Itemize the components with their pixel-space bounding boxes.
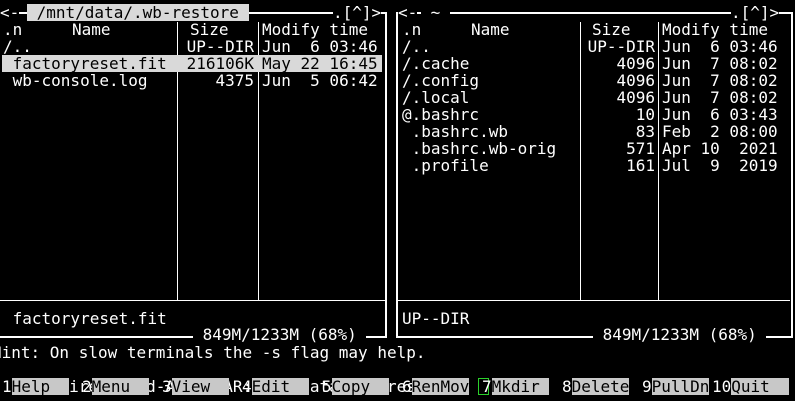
right-panel-title: ~ — [421, 3, 450, 22]
f2-menu-button[interactable]: 2Menu — [82, 378, 150, 395]
file-size: 4096 — [616, 71, 655, 90]
file-size: 4375 — [215, 71, 254, 90]
file-size: UP--DIR — [186, 37, 254, 56]
right-panel-corner-left[interactable]: <- — [398, 4, 418, 21]
file-name: /.cache — [402, 54, 470, 73]
f10-quit-button[interactable]: 10Quit — [712, 378, 790, 395]
file-size: 83 — [635, 122, 655, 141]
right-header-name[interactable]: Name — [471, 21, 510, 38]
file-mtime: Jun 6 03:46 — [662, 37, 778, 56]
left-disk-info: 849M/1233M (68%) — [193, 325, 367, 344]
file-size: 161 — [626, 156, 655, 175]
left-mini-status: factoryreset.fit — [3, 309, 167, 328]
hint-line: Hint: On slow terminals the -s flag may … — [0, 343, 426, 362]
file-name: wb-console.log — [3, 71, 148, 90]
file-size: 4096 — [616, 88, 655, 107]
file-name: factoryreset.fit — [3, 54, 167, 73]
right-mini-status: UP--DIR — [402, 309, 470, 328]
file-size: UP--DIR — [587, 37, 655, 56]
f1-help-button[interactable]: 1Help — [2, 378, 70, 395]
file-size: 10 — [635, 105, 655, 124]
file-mtime: Feb 2 08:00 — [662, 122, 778, 141]
right-header-size[interactable]: Size — [592, 21, 631, 38]
file-size: 216106K — [186, 54, 254, 73]
f3-view-button[interactable]: 3View — [162, 378, 230, 395]
file-mtime: Jun 7 08:02 — [662, 88, 778, 107]
file-mtime: Jun 7 08:02 — [662, 71, 778, 90]
file-name: /.. — [3, 37, 32, 56]
file-mtime: May 22 16:45 — [262, 54, 378, 73]
f4-edit-button[interactable]: 4Edit — [242, 378, 310, 395]
file-size: 571 — [626, 139, 655, 158]
right-header-n[interactable]: .n — [402, 21, 421, 38]
file-name: /.config — [402, 71, 480, 90]
file-mtime: Jun 6 03:46 — [262, 37, 378, 56]
file-mtime: Apr 10 2021 — [662, 139, 778, 158]
file-size: 4096 — [616, 54, 655, 73]
left-header-size[interactable]: Size — [190, 21, 229, 38]
file-mtime: Jun 7 08:02 — [662, 54, 778, 73]
f6-renmov-button[interactable]: 6RenMov — [402, 378, 470, 395]
file-mtime: Jul 9 2019 — [662, 156, 778, 175]
right-header-modify[interactable]: Modify time — [662, 21, 768, 38]
left-header-n[interactable]: .n — [3, 21, 22, 38]
f8-delete-button[interactable]: 8Delete — [562, 378, 630, 395]
file-mtime: Jun 5 06:42 — [262, 71, 378, 90]
left-panel-title: /mnt/data/.wb-restore — [27, 3, 249, 22]
file-mtime: Jun 6 03:43 — [662, 105, 778, 124]
f7-mkdir-button[interactable]: 7Mkdir — [482, 378, 550, 395]
left-panel-corner-right[interactable]: .[^]> — [333, 4, 382, 21]
file-name: @.bashrc — [402, 105, 480, 124]
right-panel-corner-right[interactable]: .[^]> — [731, 4, 780, 21]
file-name: .bashrc.wb — [402, 122, 508, 141]
file-name: .bashrc.wb-orig — [402, 139, 557, 158]
f5-copy-button[interactable]: 5Copy — [322, 378, 390, 395]
left-panel-corner-left[interactable]: <- — [0, 4, 20, 21]
file-name: /.. — [402, 37, 431, 56]
left-header-name[interactable]: Name — [72, 21, 111, 38]
right-disk-info: 849M/1233M (68%) — [593, 325, 767, 344]
left-header-modify[interactable]: Modify time — [262, 21, 368, 38]
file-name: .profile — [402, 156, 489, 175]
f9-pulldn-button[interactable]: 9PullDn — [642, 378, 710, 395]
file-name: /.local — [402, 88, 470, 107]
